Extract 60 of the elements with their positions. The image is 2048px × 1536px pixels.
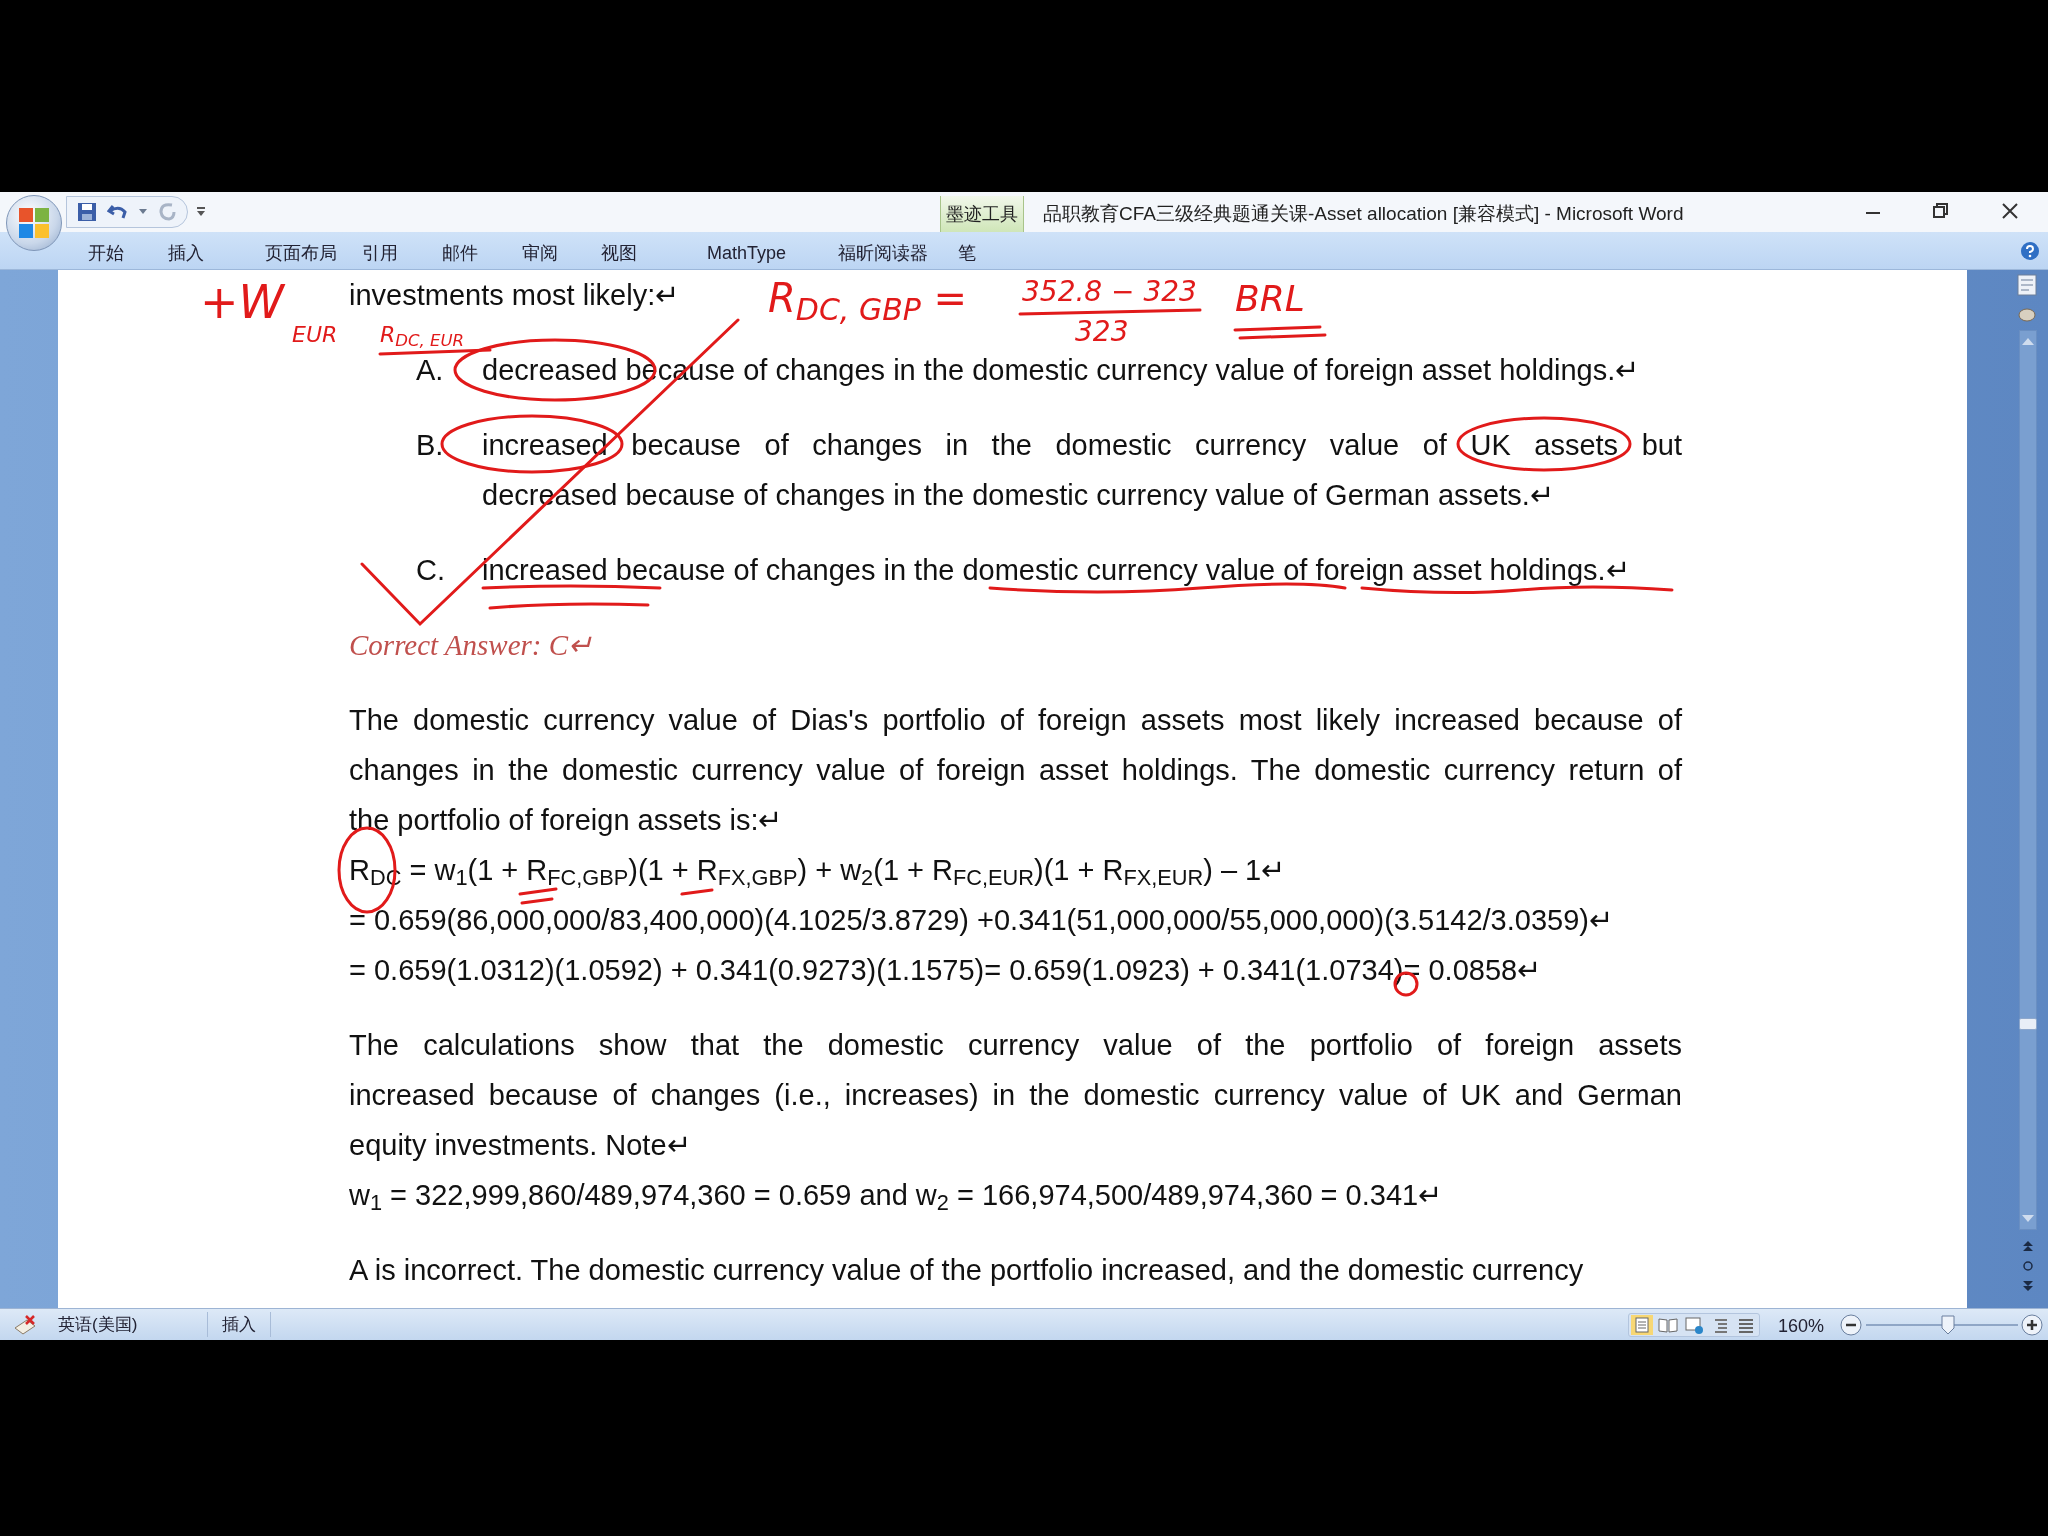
ribbon-tab[interactable]: 视图 [601,240,637,267]
option-label: C. [415,553,446,588]
insert-mode-indicator[interactable]: 插入 [222,1311,271,1338]
ribbon-tab[interactable]: 笔 [958,240,976,267]
save-icon[interactable] [77,202,97,222]
print-layout-view-icon[interactable] [1631,1315,1653,1335]
next-page-icon[interactable] [2022,1280,2034,1292]
handwritten-note: 352.8 − 323 [1022,274,1197,310]
vertical-scrollbar[interactable] [2019,330,2037,1230]
option-text: increased because of changes in the domestic currency value of UK assets but [482,428,1682,463]
ruler-toggle-icon[interactable] [2017,274,2037,296]
explanation-line: A is incorrect. The domestic currency value of the portfolio increased, and the domestic currency [349,1253,1584,1288]
explanation-line: changes in the domestic currency value of foreign asset holdings. The domestic currency return of [349,753,1682,788]
ribbon-tab[interactable]: 开始 [88,240,124,267]
ribbon-tab[interactable]: 审阅 [522,240,558,267]
language-indicator[interactable]: 英语(美国) [58,1311,208,1338]
ribbon-tab[interactable]: 页面布局 [265,240,337,267]
zoom-level[interactable]: 160% [1778,1313,1825,1340]
dropdown-icon[interactable] [139,209,147,215]
formula-line: = 0.659(86,000,000/83,400,000)(4.1025/3.8729) +0.341(51,000,000/55,000,000)(3.5142/3.0359)↵ [349,903,1613,938]
window-title: 品职教育CFA三级经典题通关课-Asset allocation [兼容模式] - Microsoft Word [1043,202,1684,226]
close-icon[interactable] [2001,202,2019,220]
previous-page-icon[interactable] [2022,1240,2034,1252]
ribbon-tab[interactable]: 插入 [168,240,204,267]
help-icon[interactable] [2020,241,2040,261]
formula-line: = 0.659(1.0312)(1.0592) + 0.341(0.9273)(1.1575)= 0.659(1.0923) + 0.341(1.0734)= 0.0858↵ [349,953,1542,988]
ribbon-tab[interactable]: 福昕阅读器 [838,240,928,267]
handwritten-note: EUR [292,321,338,349]
option-label: A. [415,353,445,388]
explanation-line: equity investments. Note↵ [349,1128,691,1163]
proofing-icon[interactable] [12,1313,38,1336]
formula-line: w$_{1}$ = 322,999,860/489,974,360 = 0.659 and w$_{2}$ = 166,974,500/489,974,360 = 0.341↵ [349,1178,1443,1218]
correct-answer-text: Correct Answer: C↵ [349,628,593,663]
handwritten-note: R$_{DC, EUR}$ [380,321,464,351]
browse-object-icon[interactable] [2022,1260,2034,1272]
reading-view-icon[interactable] [1657,1315,1679,1335]
ribbon-tab[interactable]: MathType [707,240,787,267]
contextual-tab-header: 墨迹工具 [940,196,1024,232]
office-button[interactable] [6,195,62,251]
explanation-line: The domestic currency value of Dias's portfolio of foreign assets most likely increased because of [349,703,1682,738]
explanation-line: The calculations show that the domestic currency value of the portfolio of foreign assets [349,1028,1682,1063]
customize-toolbar-icon[interactable] [196,206,206,218]
explanation-line: increased because of changes (i.e., increases) in the domestic currency value of UK and German [349,1078,1682,1113]
option-label: B. [415,428,445,463]
option-text: increased because of changes in the domestic currency value of foreign asset holdings.↵ [482,553,1630,588]
web-layout-view-icon[interactable] [1683,1315,1705,1335]
scrollbar-thumb[interactable] [2019,1018,2037,1030]
question-text: investments most likely:↵ [349,278,680,313]
ribbon-tab[interactable]: 邮件 [442,240,478,267]
zoom-out-icon[interactable] [1840,1314,1862,1336]
explanation-line: the portfolio of foreign assets is:↵ [349,803,783,838]
ribbon-tab[interactable]: 引用 [362,240,398,267]
handwritten-note: 323 [1075,314,1129,350]
office-logo-icon [17,206,51,240]
restore-icon[interactable] [1932,202,1950,220]
handwritten-note: R$_{DC, GBP}$ = [768,274,968,326]
handwritten-note: BRL [1235,277,1305,321]
handwritten-note: +W [200,274,285,331]
zoom-in-icon[interactable] [2021,1314,2043,1336]
zoom-slider-thumb[interactable] [1941,1315,1955,1335]
